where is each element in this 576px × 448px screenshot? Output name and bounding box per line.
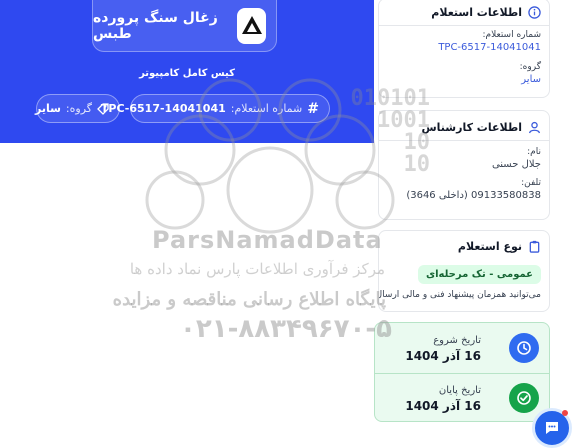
chat-icon [543,419,561,437]
inquiry-group-value: سایر [34,102,61,115]
inquiry-type-badge: عمومی - تک مرحله‌ای [417,265,541,284]
watermark-brand: ParsNamadData [152,226,383,254]
inquiry-number-value[interactable]: TPC-6517-14041041 [379,40,549,53]
inquiry-group-label: گروه: [65,102,92,115]
organization-name: زغال سنگ پرورده طبس [93,9,218,42]
inquiry-number-label: شماره استعلام: [230,102,303,115]
start-date-row: تاریخ شروع 16 آذر 1404 [375,325,551,373]
organization-logo-icon [237,7,266,44]
info-icon [528,6,541,19]
dates-divider [375,373,549,374]
organization-card: زغال سنگ پرورده طبس [92,0,277,52]
tag-icon [97,102,109,115]
inquiry-info-title: اطلاعات استعلام [431,6,522,19]
inquiry-group-value[interactable]: سایر [379,72,549,85]
watermark-phone: ۰۲۱-۸۸۳۴۹۶۷۰-۵ [180,314,393,344]
expert-name-value: جلال حسنی [491,159,541,170]
expert-phone-label: تلفن: [521,178,541,188]
inquiry-info-card: اطلاعات استعلام شماره استعلام: TPC-6517-… [378,0,550,98]
inquiry-number-label: شماره استعلام: [482,30,541,40]
inquiry-header: زغال سنگ پرورده طبس کیس کامل کامپیوتر # … [0,0,374,143]
inquiry-group-pill: گروه: سایر [34,94,120,123]
watermark-line-1: مرکز فرآوری اطلاعات پارس نماد داده ها [129,260,385,278]
expert-phone-value[interactable]: 09133580838 (داخلی 3646) [379,188,549,201]
start-date-value: 16 آذر 1404 [405,349,481,363]
clock-icon [509,333,539,363]
inquiry-title: کیس کامل کامپیوتر [139,68,235,79]
expert-info-title: اطلاعات کارشناس [421,121,523,134]
inquiry-group-label: گروه: [519,62,541,72]
inquiry-type-note: می‌توانید همزمان پیشنهاد فنی و مالی ارسا… [379,290,541,300]
end-date-label: تاریخ پایان [438,385,481,396]
watermark-line-2: پایگاه اطلاع رسانی مناقصه و مزایده [112,289,386,310]
end-date-value: 16 آذر 1404 [405,399,481,413]
inquiry-type-title: نوع استعلام [457,240,522,253]
expert-info-card: اطلاعات کارشناس نام: جلال حسنی تلفن: 091… [378,110,550,220]
hash-icon: # [307,100,319,117]
expert-name-label: نام: [527,147,541,157]
check-circle-icon [509,383,539,413]
notification-dot [562,410,568,416]
clipboard-icon [528,240,541,253]
end-date-row: تاریخ پایان 16 آذر 1404 [375,375,551,423]
user-icon [528,121,541,134]
inquiry-number-pill: # شماره استعلام: TPC-6517-14041041 [101,94,330,123]
dates-card: تاریخ شروع 16 آذر 1404 تاریخ پایان 16 آذ… [374,322,550,422]
start-date-label: تاریخ شروع [433,335,481,346]
inquiry-type-card: نوع استعلام عمومی - تک مرحله‌ای می‌توانی… [378,230,550,312]
